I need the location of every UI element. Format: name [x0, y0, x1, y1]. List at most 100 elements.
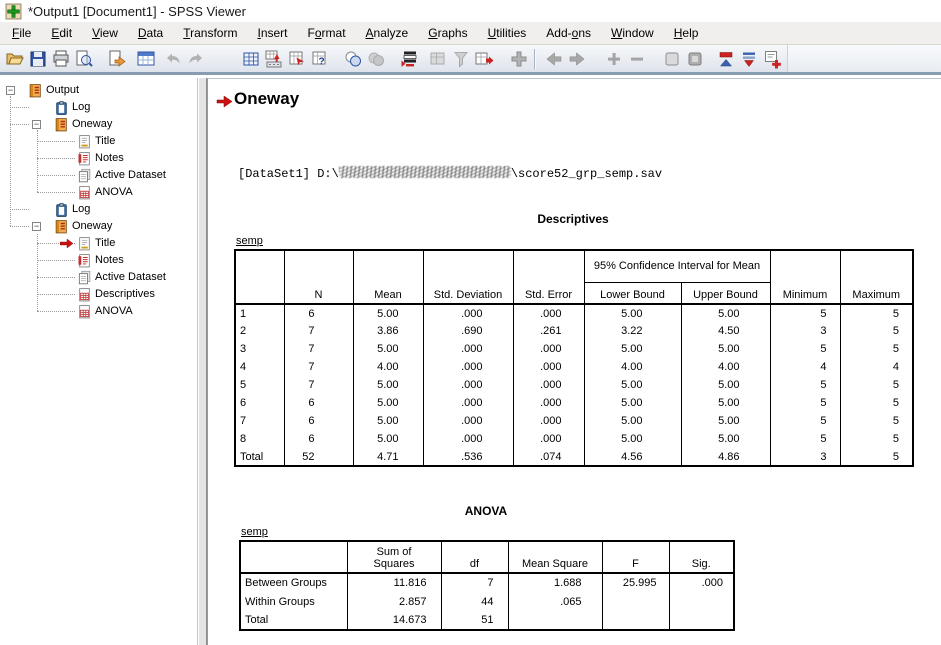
- tree-selected-arrow-icon: [60, 238, 74, 249]
- tree-item-12-descriptives[interactable]: Descriptives: [0, 286, 197, 303]
- cell-value: 4.56: [584, 448, 681, 466]
- menu-file[interactable]: File: [2, 22, 41, 44]
- go-forward-button[interactable]: [565, 47, 588, 70]
- tree-item-8-oneway[interactable]: −Oneway: [0, 218, 197, 235]
- descriptives-row: Total524.71.536.0744.564.8635: [235, 448, 913, 466]
- goto-data-icon: [264, 49, 284, 69]
- cell-value: 5.00: [584, 376, 681, 394]
- dataset-path-prefix: [DataSet1] D:\: [238, 167, 339, 181]
- desc-col-stderr: Std. Error: [513, 250, 584, 304]
- cell-value: .000: [513, 304, 584, 322]
- menu-view[interactable]: View: [82, 22, 128, 44]
- pane-splitter[interactable]: [197, 78, 207, 645]
- open-file-button[interactable]: [3, 47, 26, 70]
- print-preview-button[interactable]: [72, 47, 95, 70]
- find-button[interactable]: [341, 47, 364, 70]
- menu-utilities[interactable]: Utilities: [478, 22, 537, 44]
- tree-item-13-anova[interactable]: ANOVA: [0, 303, 197, 320]
- cell-value: .000: [513, 376, 584, 394]
- cell-value: [669, 611, 734, 630]
- insert-heading-button[interactable]: [760, 47, 783, 70]
- menu-help[interactable]: Help: [664, 22, 709, 44]
- svg-text:?: ?: [318, 56, 324, 67]
- tree-expand-box[interactable]: −: [32, 222, 41, 231]
- tree-item-5-active-dataset[interactable]: Active Dataset: [0, 167, 197, 184]
- cell-value: 5.00: [681, 304, 770, 322]
- menu-insert[interactable]: Insert: [247, 22, 297, 44]
- tree-item-7-log[interactable]: Log: [0, 201, 197, 218]
- print-button[interactable]: [49, 47, 72, 70]
- tree-item-1-log[interactable]: Log: [0, 99, 197, 116]
- row-label: 1: [235, 304, 284, 322]
- menu-edit[interactable]: Edit: [41, 22, 82, 44]
- menu-transform[interactable]: Transform: [173, 22, 247, 44]
- cell-value: .000: [423, 394, 513, 412]
- collapse-button[interactable]: [625, 47, 648, 70]
- cell-value: .000: [513, 430, 584, 448]
- select-last-output-button[interactable]: [507, 47, 530, 70]
- cell-value: 5: [770, 376, 840, 394]
- cell-value: .000: [513, 394, 584, 412]
- tree-item-6-anova[interactable]: ANOVA: [0, 184, 197, 201]
- tree-item-9-title[interactable]: Title: [0, 235, 197, 252]
- cell-value: 4: [770, 358, 840, 376]
- menu-data[interactable]: Data: [128, 22, 173, 44]
- anova-col-df: df: [441, 541, 508, 573]
- show-button[interactable]: [660, 47, 683, 70]
- save-file-icon: [28, 49, 48, 69]
- redo-button[interactable]: [184, 47, 207, 70]
- filter-button[interactable]: [449, 47, 472, 70]
- undo-button[interactable]: [161, 47, 184, 70]
- run-syntax-icon: [399, 49, 419, 69]
- tree-item-10-notes[interactable]: Notes: [0, 252, 197, 269]
- cell-value: 5: [840, 448, 913, 466]
- promote-button[interactable]: [714, 47, 737, 70]
- dataset-path-line: [DataSet1] D:\\score52_grp_semp.sav: [238, 166, 662, 181]
- output-pane[interactable]: Oneway [DataSet1] D:\\score52_grp_semp.s…: [207, 78, 941, 645]
- cell-value: 4: [840, 358, 913, 376]
- insert-table-button[interactable]: [472, 47, 495, 70]
- use-variable-sets-button[interactable]: [364, 47, 387, 70]
- variables-button[interactable]: ?: [308, 47, 331, 70]
- pivot-table-button[interactable]: [239, 47, 262, 70]
- goto-case-button[interactable]: [285, 47, 308, 70]
- export-output-icon: [107, 49, 127, 69]
- anova-table[interactable]: Sum of Squares df Mean Square F Sig. Bet…: [239, 540, 735, 631]
- goto-data-editor-button[interactable]: [134, 47, 157, 70]
- cell-value: .000: [513, 358, 584, 376]
- save-file-button[interactable]: [26, 47, 49, 70]
- activate-selection-button[interactable]: [426, 47, 449, 70]
- go-back-button[interactable]: [542, 47, 565, 70]
- menu-graphs[interactable]: Graphs: [418, 22, 477, 44]
- demote-button[interactable]: [737, 47, 760, 70]
- descriptives-row: 865.00.000.0005.005.0055: [235, 430, 913, 448]
- tree-item-4-notes[interactable]: Notes: [0, 150, 197, 167]
- goto-data-button[interactable]: [262, 47, 285, 70]
- find-icon: [343, 49, 363, 69]
- menu-add-ons[interactable]: Add-ons: [536, 22, 601, 44]
- hide-button[interactable]: [683, 47, 706, 70]
- menu-window[interactable]: Window: [601, 22, 664, 44]
- window-title: *Output1 [Document1] - SPSS Viewer: [28, 4, 246, 19]
- tree-expand-box[interactable]: −: [32, 120, 41, 129]
- outline-pane[interactable]: −OutputLog−OnewayTitleNotesActive Datase…: [0, 78, 197, 645]
- menu-analyze[interactable]: Analyze: [356, 22, 419, 44]
- anova-corner-cell: [240, 541, 347, 573]
- tree-item-0-output[interactable]: −Output: [0, 82, 197, 99]
- menu-format[interactable]: Format: [298, 22, 356, 44]
- go-forward-icon: [567, 49, 587, 69]
- expand-button[interactable]: [602, 47, 625, 70]
- export-output-button[interactable]: [105, 47, 128, 70]
- descriptives-row: 765.00.000.0005.005.0055: [235, 412, 913, 430]
- tree-item-label: Notes: [95, 150, 124, 167]
- open-file-icon: [5, 49, 25, 69]
- tree-item-3-title[interactable]: Title: [0, 133, 197, 150]
- insert-table-icon: [474, 49, 494, 69]
- tree-item-11-active-dataset[interactable]: Active Dataset: [0, 269, 197, 286]
- run-syntax-button[interactable]: [397, 47, 420, 70]
- tree-item-2-oneway[interactable]: −Oneway: [0, 116, 197, 133]
- cell-value: 5.00: [584, 394, 681, 412]
- cell-value: .536: [423, 448, 513, 466]
- tree-expand-box[interactable]: −: [6, 86, 15, 95]
- descriptives-table[interactable]: N Mean Std. Deviation Std. Error 95% Con…: [234, 249, 914, 467]
